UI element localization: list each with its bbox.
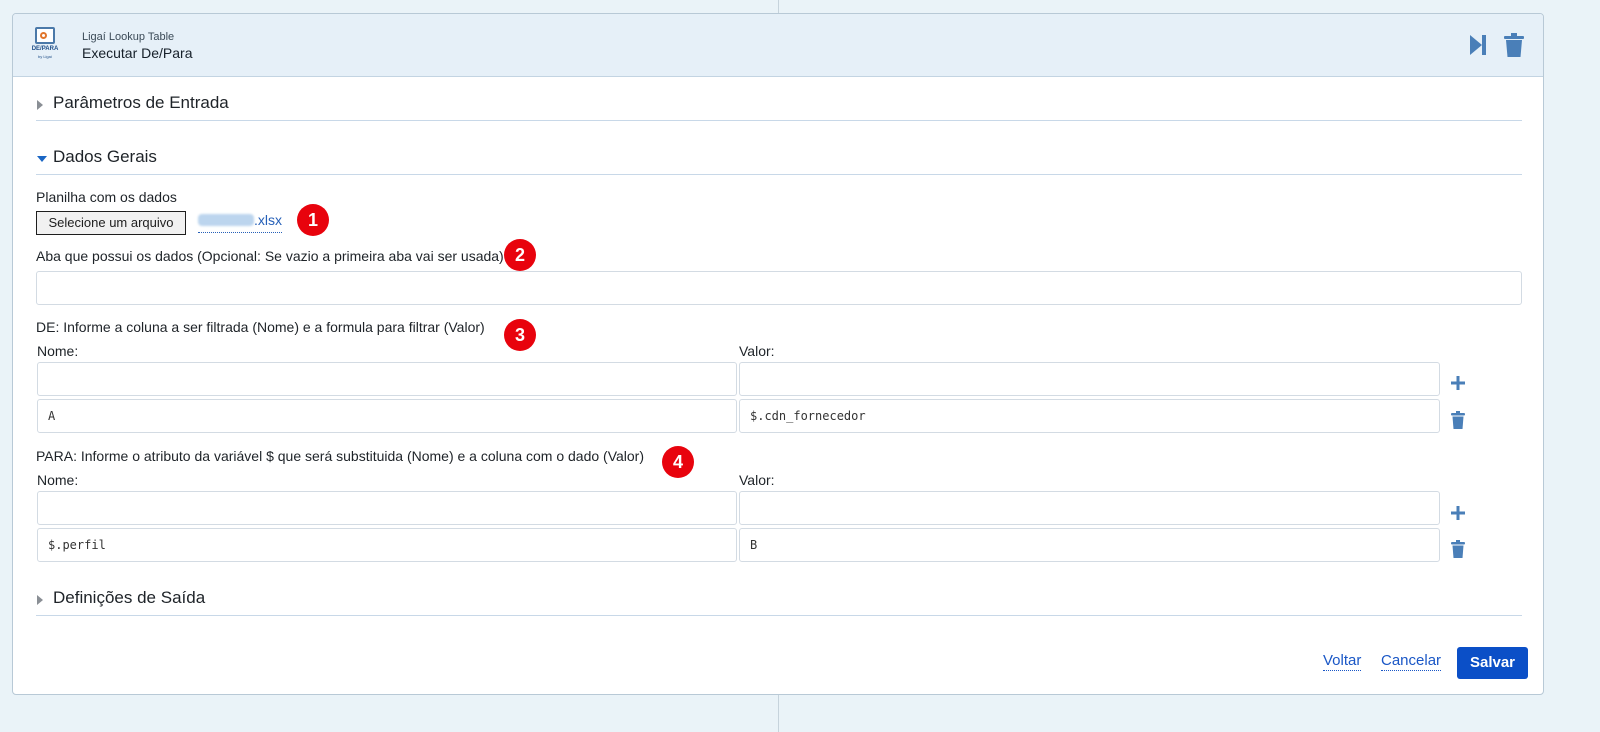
caret-right-icon [37,100,43,110]
step-panel: DE/PARA by Ligaí Ligaí Lookup Table Exec… [12,13,1544,695]
section-title: Dados Gerais [53,147,157,166]
depara-logo: DE/PARA by Ligaí [31,27,59,63]
para-nome-label: Nome: [37,472,79,488]
logo-text: DE/PARA [31,46,59,52]
para-new-valor-input[interactable] [739,491,1440,525]
step-badge-4: 4 [662,446,694,478]
caret-right-icon [37,595,43,605]
trash-icon [1451,411,1465,429]
de-add-row-button[interactable] [1449,374,1467,392]
section-parametros-entrada[interactable]: Parâmetros de Entrada [36,90,1522,121]
de-delete-row-button[interactable] [1449,411,1467,429]
selected-file-link[interactable]: .xlsx [198,212,282,233]
trash-icon [1451,540,1465,558]
de-valor-label: Valor: [739,343,775,359]
de-row-valor-input[interactable]: $.cdn_fornecedor [739,399,1440,433]
para-row-valor-input[interactable]: B [739,528,1440,562]
aba-input[interactable] [36,271,1522,305]
de-nome-label: Nome: [37,343,79,359]
header-title: Executar De/Para [82,45,193,61]
cancel-button[interactable]: Cancelar [1381,652,1442,671]
de-label: DE: Informe a coluna a ser filtrada (Nom… [36,319,485,335]
step-badge-1: 1 [297,204,329,236]
trash-icon [1504,33,1524,57]
select-file-button[interactable]: Selecione um arquivo [36,211,186,235]
planilha-label: Planilha com os dados [36,189,177,205]
logo-subtext: by Ligaí [37,54,52,59]
plus-icon [1451,506,1465,520]
logo-search-icon [35,27,55,44]
de-row-nome-input[interactable]: A [37,399,737,433]
skip-forward-icon [1470,35,1486,55]
para-valor-label: Valor: [739,472,775,488]
plus-icon [1451,376,1465,390]
section-title: Parâmetros de Entrada [53,93,229,112]
header-subtitle: Ligaí Lookup Table [82,31,175,43]
para-label: PARA: Informe o atributo da variável $ q… [36,448,645,464]
step-badge-3: 3 [504,319,536,351]
file-extension: .xlsx [254,212,282,228]
para-add-row-button[interactable] [1449,504,1467,522]
panel-header: DE/PARA by Ligaí Ligaí Lookup Table Exec… [13,14,1543,77]
section-definicoes-saida[interactable]: Definições de Saída [36,585,1522,616]
redacted-filename [198,214,254,226]
aba-label: Aba que possui os dados (Opcional: Se va… [36,248,504,264]
save-button[interactable]: Salvar [1457,647,1528,679]
step-badge-2: 2 [504,239,536,271]
para-new-nome-input[interactable] [37,491,737,525]
back-button[interactable]: Voltar [1323,652,1362,671]
de-new-nome-input[interactable] [37,362,737,396]
section-title: Definições de Saída [53,588,206,607]
caret-down-icon [37,156,47,162]
run-step-button[interactable] [1465,32,1491,58]
de-new-valor-input[interactable] [739,362,1440,396]
section-dados-gerais[interactable]: Dados Gerais [36,144,1522,175]
para-row-nome-input[interactable]: $.perfil [37,528,737,562]
para-delete-row-button[interactable] [1449,540,1467,558]
delete-step-button[interactable] [1501,32,1527,58]
